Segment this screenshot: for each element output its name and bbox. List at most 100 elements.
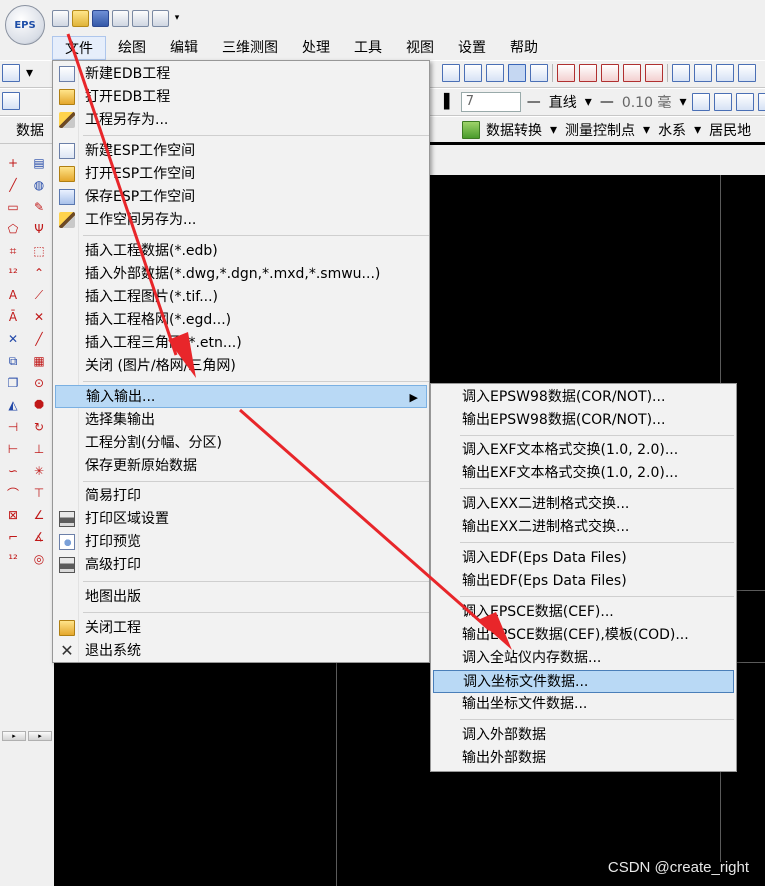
globe-tool-icon[interactable]: ◍	[30, 176, 48, 194]
arc-tool-icon[interactable]: ⌒	[4, 484, 22, 502]
dashed-rect-tool-icon[interactable]: ⬚	[30, 242, 48, 260]
grid-view-icon[interactable]	[442, 64, 460, 82]
copy-tool-icon[interactable]: ❐	[4, 374, 22, 392]
data-convert-menu[interactable]: 数据转换	[484, 120, 544, 140]
menu-file[interactable]: 文件	[52, 36, 106, 60]
menu-insert-tin[interactable]: 插入工程三角网(*.etn...)	[55, 332, 427, 355]
text-tool-icon[interactable]: A	[4, 286, 22, 304]
break-tool-icon[interactable]: ⌐	[4, 528, 22, 546]
water-dropdown-icon[interactable]: ▾	[692, 122, 703, 138]
submenu-export-epsce[interactable]: 输出EPSCE数据(CEF),模板(COD)...	[433, 624, 734, 647]
polygon-tool-icon[interactable]: ⬠	[4, 220, 22, 238]
resident-menu[interactable]: 居民地	[707, 120, 753, 140]
grid-view-4-icon[interactable]	[508, 64, 526, 82]
text-style-icon[interactable]	[738, 64, 756, 82]
customize-dropdown-icon[interactable]: ▾	[172, 10, 182, 27]
rectangle-tool-icon[interactable]: ▭	[4, 198, 22, 216]
pattern-tool-icon[interactable]: ✎	[30, 198, 48, 216]
menu-workspace-save-as[interactable]: 工作空间另存为...	[55, 209, 427, 232]
submenu-export-exx[interactable]: 输出EXX二进制格式交换...	[433, 516, 734, 539]
attribute-icon[interactable]	[736, 93, 755, 111]
undo-icon[interactable]	[2, 64, 20, 82]
brush-icon[interactable]	[758, 93, 765, 111]
rotate-tool-icon[interactable]: ↻	[30, 418, 48, 436]
perpendicular-tool-icon[interactable]: ⊥	[30, 440, 48, 458]
submenu-import-exf[interactable]: 调入EXF文本格式交换(1.0, 2.0)...	[433, 439, 734, 462]
submenu-export-epsw98[interactable]: 输出EPSW98数据(COR/NOT)...	[433, 409, 734, 432]
line-width-select[interactable]: 0.10 毫	[620, 92, 674, 112]
text-box-tool-icon[interactable]: Ā	[4, 308, 22, 326]
menu-help[interactable]: 帮助	[498, 36, 550, 60]
snap-icon-5[interactable]	[645, 64, 663, 82]
menu-project-split[interactable]: 工程分割(分幅、分区)	[55, 432, 427, 455]
menu-insert-external[interactable]: 插入外部数据(*.dwg,*.dgn,*.mxd,*.smwu...)	[55, 263, 427, 286]
submenu-import-total-station[interactable]: 调入全站仪内存数据...	[433, 647, 734, 670]
menu-process[interactable]: 处理	[290, 36, 342, 60]
menu-insert-edb[interactable]: 插入工程数据(*.edb)	[55, 240, 427, 263]
menu-settings[interactable]: 设置	[446, 36, 498, 60]
menu-save-as[interactable]: 工程另存为...	[55, 109, 427, 132]
open-folder-icon[interactable]	[72, 9, 89, 27]
menu-edit[interactable]: 编辑	[158, 36, 210, 60]
menu-3d-mapping[interactable]: 三维测图	[210, 36, 290, 60]
angle-mark-tool-icon[interactable]: ∡	[30, 528, 48, 546]
line-style-select[interactable]: 直线	[547, 92, 579, 112]
app-logo[interactable]: EPS	[5, 5, 45, 45]
no-snap-icon[interactable]	[530, 64, 548, 82]
layer-icon[interactable]	[2, 92, 20, 110]
submenu-export-external[interactable]: 输出外部数据	[433, 747, 734, 770]
offset-tool-icon[interactable]: ⊠	[4, 506, 22, 524]
snap-icon-2[interactable]	[579, 64, 597, 82]
menu-save-esp[interactable]: 保存ESP工作空间	[55, 186, 427, 209]
palette-scroll-left-icon[interactable]: ▸	[2, 731, 26, 741]
star-tool-icon[interactable]: ✳	[30, 462, 48, 480]
menu-insert-image[interactable]: 插入工程图片(*.tif...)	[55, 286, 427, 309]
angle-tool-icon[interactable]: ∠	[30, 506, 48, 524]
menu-map-publish[interactable]: 地图出版	[55, 586, 427, 609]
slash-tool-icon[interactable]: ╱	[30, 330, 48, 348]
menu-exit[interactable]: ✕ 退出系统	[55, 640, 427, 663]
merge-tool-icon[interactable]: ⧉	[4, 352, 22, 370]
trim-tool-icon[interactable]: ⊢	[4, 440, 22, 458]
menu-print-preview[interactable]: 打印预览	[55, 531, 427, 554]
palette-scroll-right-icon[interactable]: ▸	[28, 731, 52, 741]
octagon-tool-icon[interactable]: ⯃	[30, 396, 48, 414]
print-icon[interactable]	[112, 9, 129, 27]
menu-new-edb[interactable]: 新建EDB工程	[55, 63, 427, 86]
delete-tool-icon[interactable]: ✕	[4, 330, 22, 348]
submenu-export-coordinate-file[interactable]: 输出坐标文件数据...	[433, 693, 734, 716]
cross-tool-icon[interactable]: ✕	[30, 308, 48, 326]
menu-close-image-grid[interactable]: 关闭 (图片/格网/三角网)	[55, 355, 427, 378]
menu-simple-print[interactable]: 简易打印	[55, 485, 427, 508]
menu-import-export[interactable]: 输入输出... ▶	[55, 385, 427, 408]
submenu-import-exx[interactable]: 调入EXX二进制格式交换...	[433, 493, 734, 516]
menu-draw[interactable]: 绘图	[106, 36, 158, 60]
print-preview-icon[interactable]	[132, 9, 149, 27]
control-point-menu[interactable]: 测量控制点	[563, 120, 637, 140]
line-width-dropdown-icon[interactable]: ▾	[677, 94, 688, 110]
coordinate-tool-icon[interactable]: ¹²	[4, 550, 22, 568]
undo-dropdown-icon[interactable]: ▾	[24, 65, 35, 81]
mirror-tool-icon[interactable]: ◭	[4, 396, 22, 414]
control-point-dropdown-icon[interactable]: ▾	[641, 122, 652, 138]
target-tool-icon[interactable]: ◎	[30, 550, 48, 568]
snap-icon-1[interactable]	[557, 64, 575, 82]
menu-print-area[interactable]: 打印区域设置	[55, 508, 427, 531]
point-tool-icon[interactable]: +	[4, 154, 22, 172]
color-select[interactable]: 7	[460, 92, 521, 112]
node-icon-2[interactable]	[694, 64, 712, 82]
new-file-icon[interactable]	[52, 9, 69, 27]
menu-open-edb[interactable]: 打开EDB工程	[55, 86, 427, 109]
submenu-import-epsce[interactable]: 调入EPSCE数据(CEF)...	[433, 601, 734, 624]
symbol-tool-icon[interactable]: Ψ	[30, 220, 48, 238]
menu-tools[interactable]: 工具	[342, 36, 394, 60]
data-label[interactable]: 数据	[2, 120, 46, 140]
submenu-import-epsw98[interactable]: 调入EPSW98数据(COR/NOT)...	[433, 386, 734, 409]
numbering-tool-icon[interactable]: ¹²	[4, 264, 22, 282]
menu-selection-export[interactable]: 选择集输出	[55, 409, 427, 432]
node-icon-3[interactable]	[716, 64, 734, 82]
line-tool-icon[interactable]: ╱	[4, 176, 22, 194]
save-icon[interactable]	[92, 9, 109, 27]
submenu-import-external[interactable]: 调入外部数据	[433, 724, 734, 747]
submenu-export-edf[interactable]: 输出EDF(Eps Data Files)	[433, 570, 734, 593]
